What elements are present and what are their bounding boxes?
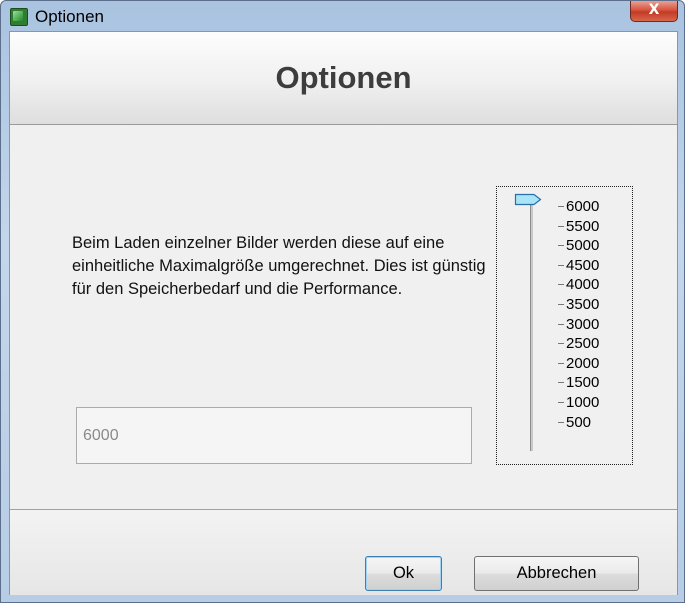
window-title: Optionen bbox=[35, 7, 104, 26]
description-text: Beim Laden einzelner Bilder werden diese… bbox=[72, 234, 486, 298]
slider-tick-label: 1000 bbox=[566, 394, 600, 411]
slider-tick-mark bbox=[558, 284, 564, 286]
slider-tick-label: 6000 bbox=[566, 198, 600, 215]
slider-tick-label: 5000 bbox=[566, 237, 600, 255]
slider-tick-label: 3000 bbox=[566, 315, 600, 333]
slider-tick-label: 2500 bbox=[566, 335, 600, 353]
cancel-button[interactable]: Abbrechen bbox=[474, 556, 639, 591]
title-bar[interactable]: Optionen X bbox=[1, 1, 684, 31]
dialog-client-area: Optionen Beim Laden einzelner Bilder wer… bbox=[9, 31, 678, 595]
slider-tick-label: 3500 bbox=[566, 296, 600, 313]
ok-button[interactable]: Ok bbox=[365, 556, 442, 591]
slider-track[interactable] bbox=[530, 199, 533, 451]
close-button[interactable]: X bbox=[630, 1, 678, 22]
slider-tick-mark bbox=[558, 206, 564, 207]
slider-tick-mark bbox=[558, 421, 564, 423]
footer-band: Ok Abbrechen bbox=[10, 509, 677, 595]
slider-tick-label: 2000 bbox=[566, 354, 600, 372]
slider-tick-mark bbox=[558, 402, 564, 403]
max-size-slider[interactable]: 6000 5500 5000 4500 4000 3500 3000 2500 2000 1500… bbox=[496, 186, 633, 465]
slider-tick-mark bbox=[558, 304, 564, 305]
slider-tick-mark bbox=[558, 382, 564, 384]
slider-tick-label: 4000 bbox=[566, 276, 600, 294]
slider-tick-mark bbox=[558, 225, 564, 227]
slider-tick-label: 1500 bbox=[566, 374, 600, 392]
slider-tick-mark bbox=[558, 264, 564, 266]
slider-tick-label: 4500 bbox=[566, 256, 600, 274]
slider-tick-mark bbox=[558, 343, 564, 345]
slider-tick-mark bbox=[558, 323, 564, 325]
slider-tick-label: 5500 bbox=[566, 217, 600, 235]
slider-tick-mark bbox=[558, 362, 564, 364]
header-band: Optionen bbox=[10, 32, 677, 125]
slider-tick-label: 500 bbox=[566, 413, 592, 431]
max-size-value-field[interactable]: 6000 bbox=[76, 407, 472, 464]
app-icon bbox=[10, 8, 28, 26]
page-title: Optionen bbox=[275, 60, 412, 95]
slider-tick-mark bbox=[558, 245, 564, 247]
slider-thumb[interactable] bbox=[514, 193, 542, 206]
options-dialog-window: Optionen X Optionen Beim Laden einzelner… bbox=[0, 0, 685, 603]
